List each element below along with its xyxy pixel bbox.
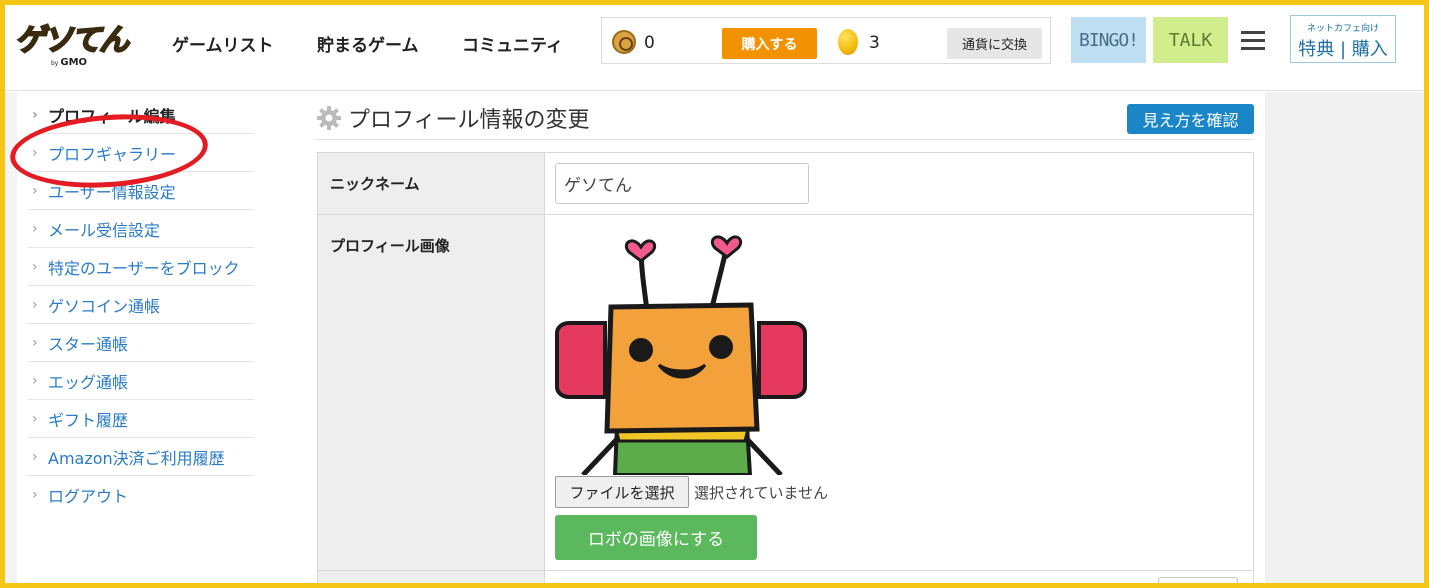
sidebar-item-gesso-coin-book[interactable]: › ゲソコイン通帳 (28, 286, 254, 324)
gesso-coin-value: 0 (644, 33, 655, 53)
sidebar-item-block-users[interactable]: › 特定のユーザーをブロック (28, 248, 254, 286)
site-header: ゲソてん by GMO ゲームリスト 貯まるゲーム コミュニティ 0 購入する 3… (5, 5, 1424, 91)
sidebar-item-user-settings[interactable]: › ユーザー情報設定 (28, 172, 254, 210)
left-background-strip (5, 92, 17, 583)
page-title: プロフィール情報の変更 (316, 102, 590, 134)
preview-profile-button[interactable]: 見え方を確認 (1127, 104, 1254, 134)
bingo-button[interactable]: BINGO! (1071, 17, 1146, 63)
title-divider (316, 139, 1254, 140)
hamburger-menu-icon[interactable] (1241, 31, 1265, 51)
exchange-currency-button[interactable]: 通貨に交換 (947, 28, 1042, 59)
chevron-right-icon: › (32, 410, 38, 427)
nav-earning-games[interactable]: 貯まるゲーム (317, 31, 419, 56)
logo-text: ゲソてん (14, 22, 130, 59)
chevron-right-icon: › (32, 296, 38, 313)
use-robot-image-button[interactable]: ロボの画像にする (555, 515, 757, 560)
account-sidebar: › プロフィール編集 › プロフギャラリー › ユーザー情報設定 › メール受信設定 ›… (28, 96, 254, 514)
chevron-right-icon: › (32, 144, 38, 161)
net-cafe-main-label: 特典 | 購入 (1298, 39, 1388, 60)
chevron-right-icon: › (32, 258, 38, 275)
sidebar-item-egg-book[interactable]: › エッグ通帳 (28, 362, 254, 400)
robot-mascot-image (555, 235, 807, 475)
sidebar-item-star-book[interactable]: › スター通帳 (28, 324, 254, 362)
logo-byline: by GMO (51, 57, 88, 68)
nav-community[interactable]: コミュニティ (462, 31, 563, 56)
gesso-coin-icon (612, 30, 636, 54)
sidebar-item-profile-edit[interactable]: › プロフィール編集 (28, 96, 254, 134)
sidebar-item-amazon-history[interactable]: › Amazon決済ご利用履歴 (28, 438, 254, 476)
profile-image-label: プロフィール画像 (318, 215, 545, 570)
star-coin-icon (838, 29, 858, 55)
profile-form-table: ニックネーム プロフィール画像 ファイルを選択 選択さ (317, 152, 1254, 588)
star-coin-value: 3 (869, 33, 880, 53)
net-cafe-label: ネットカフェ向け (1306, 24, 1379, 34)
chevron-right-icon: › (32, 106, 38, 123)
choose-file-button[interactable]: ファイルを選択 (555, 476, 689, 508)
next-row (318, 571, 1253, 588)
right-background-strip (1265, 92, 1424, 583)
net-cafe-button[interactable]: ネットカフェ向け 特典 | 購入 (1290, 15, 1396, 63)
profile-image-row: プロフィール画像 ファイルを選択 選択されていません ロボの画像にする (318, 215, 1253, 571)
talk-button[interactable]: TALK (1153, 17, 1228, 63)
sidebar-item-gift-history[interactable]: › ギフト履歴 (28, 400, 254, 438)
chevron-right-icon: › (32, 334, 38, 351)
nav-game-list[interactable]: ゲームリスト (172, 31, 274, 56)
page-title-text: プロフィール情報の変更 (348, 108, 590, 133)
sidebar-item-profile-gallery[interactable]: › プロフギャラリー (28, 134, 254, 172)
buy-coins-button[interactable]: 購入する (722, 28, 817, 59)
nickname-row: ニックネーム (318, 153, 1253, 215)
chevron-right-icon: › (32, 372, 38, 389)
chevron-right-icon: › (32, 182, 38, 199)
currency-box: 0 購入する 3 通貨に交換 (601, 17, 1051, 64)
sidebar-item-logout[interactable]: › ログアウト (28, 476, 254, 514)
sidebar-item-mail-settings[interactable]: › メール受信設定 (28, 210, 254, 248)
nickname-label: ニックネーム (318, 153, 545, 214)
next-row-label (318, 571, 545, 588)
nickname-input[interactable] (555, 163, 809, 204)
chevron-right-icon: › (32, 448, 38, 465)
partial-input-field[interactable] (1158, 577, 1238, 588)
gear-icon (317, 106, 341, 130)
file-status-text: 選択されていません (694, 484, 829, 502)
site-logo[interactable]: ゲソてん by GMO (14, 15, 140, 71)
chevron-right-icon: › (32, 220, 38, 237)
chevron-right-icon: › (32, 487, 38, 503)
